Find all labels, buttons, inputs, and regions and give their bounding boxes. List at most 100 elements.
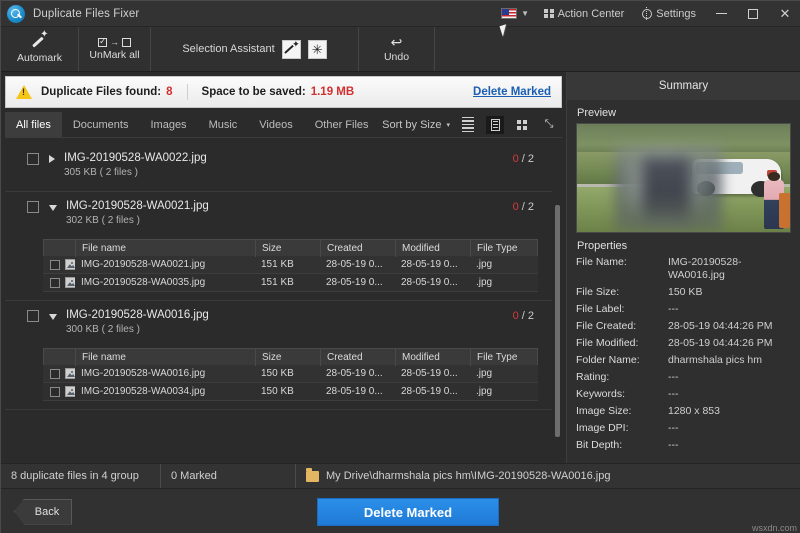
app-window: Duplicate Files Fixer ▼ Action Center Se…	[0, 0, 800, 533]
chevron-right-icon[interactable]	[49, 155, 55, 163]
unmark-all-button[interactable]: → UnMark all	[79, 27, 151, 71]
grid-icon	[544, 9, 554, 19]
list-view-icon[interactable]	[459, 116, 477, 134]
group-header[interactable]: IMG-20190528-WA0022.jpg 305 KB ( 2 files…	[5, 144, 552, 191]
cell-file-type: .jpg	[470, 256, 530, 274]
chevron-down-icon[interactable]	[49, 205, 57, 211]
tab-images[interactable]: Images	[139, 112, 197, 137]
list-scrollbar[interactable]	[554, 147, 561, 454]
properties-list: File Name: IMG-20190528-WA0016.jpg File …	[567, 256, 800, 452]
property-key: Image Size:	[576, 405, 668, 418]
cell-size: 150 KB	[255, 365, 320, 383]
view-tools: Sort by Size ▾ ⤡	[382, 112, 562, 137]
group-header[interactable]: IMG-20190528-WA0016.jpg 300 KB ( 2 files…	[5, 301, 552, 348]
sort-by-dropdown[interactable]: Sort by Size ▾	[382, 119, 450, 131]
tab-other-files[interactable]: Other Files	[304, 112, 380, 137]
automark-button[interactable]: Automark	[1, 27, 79, 71]
row-select-cell[interactable]	[43, 383, 75, 401]
back-button[interactable]: Back	[14, 499, 72, 525]
expand-view-icon[interactable]: ⤡	[540, 116, 558, 134]
column-header-size[interactable]: Size	[256, 349, 321, 366]
group-checkbox[interactable]	[27, 153, 39, 165]
status-path: My Drive\dharmshala pics hm\IMG-20190528…	[296, 464, 800, 488]
chevron-down-icon: ▾	[446, 121, 450, 129]
minimize-button[interactable]	[705, 1, 737, 27]
column-header-file-type[interactable]: File Type	[471, 349, 531, 366]
toolbar-spacer	[435, 27, 800, 71]
settings-button[interactable]: Settings	[633, 1, 705, 27]
magic-wand-icon-button[interactable]	[282, 40, 301, 59]
gear-icon	[642, 9, 652, 19]
property-value: IMG-20190528-WA0016.jpg	[668, 256, 791, 282]
table-row[interactable]: IMG-20190528-WA0034.jpg 150 KB 28-05-19 …	[43, 383, 538, 401]
preview-image[interactable]	[576, 123, 791, 233]
table-row[interactable]: IMG-20190528-WA0021.jpg 151 KB 28-05-19 …	[43, 256, 538, 274]
language-selector[interactable]: ▼	[495, 1, 535, 27]
title-bar-right: ▼ Action Center Settings ✕	[495, 1, 800, 27]
group-checkbox[interactable]	[27, 310, 39, 322]
column-header-file-name[interactable]: File name	[76, 240, 256, 257]
window-title: Duplicate Files Fixer	[33, 8, 139, 20]
property-row: File Size: 150 KB	[567, 286, 800, 299]
cell-modified: 28-05-19 0...	[395, 274, 470, 292]
row-checkbox[interactable]	[50, 260, 60, 270]
undo-button[interactable]: ↩ Undo	[359, 27, 435, 71]
row-select-cell[interactable]	[43, 274, 75, 292]
cell-size: 151 KB	[255, 274, 320, 292]
cell-created: 28-05-19 0...	[320, 274, 395, 292]
group-title: IMG-20190528-WA0016.jpg	[66, 309, 209, 321]
column-header-file-type[interactable]: File Type	[471, 240, 531, 257]
column-header-modified[interactable]: Modified	[396, 349, 471, 366]
row-checkbox[interactable]	[50, 387, 60, 397]
cell-modified: 28-05-19 0...	[395, 256, 470, 274]
tools-icon-button[interactable]: ✳	[308, 40, 327, 59]
delete-marked-link[interactable]: Delete Marked	[473, 86, 551, 98]
scrollbar-thumb[interactable]	[555, 205, 560, 437]
table-row[interactable]: IMG-20190528-WA0016.jpg 150 KB 28-05-19 …	[43, 365, 538, 383]
row-checkbox[interactable]	[50, 369, 60, 379]
group-header[interactable]: IMG-20190528-WA0021.jpg 302 KB ( 2 files…	[5, 192, 552, 239]
row-select-cell[interactable]	[43, 365, 75, 383]
property-row: Bit Depth: ---	[567, 439, 800, 452]
column-header-created[interactable]: Created	[321, 240, 396, 257]
properties-label: Properties	[567, 233, 800, 256]
detail-view-icon[interactable]	[486, 116, 504, 134]
property-row: File Name: IMG-20190528-WA0016.jpg	[567, 256, 800, 282]
column-header-select	[44, 349, 76, 366]
tab-documents[interactable]: Documents	[62, 112, 140, 137]
cell-created: 28-05-19 0...	[320, 256, 395, 274]
title-bar: Duplicate Files Fixer ▼ Action Center Se…	[1, 1, 800, 27]
column-header-file-name[interactable]: File name	[76, 349, 256, 366]
tab-music[interactable]: Music	[198, 112, 249, 137]
delete-marked-button[interactable]: Delete Marked	[317, 498, 499, 526]
action-center-button[interactable]: Action Center	[535, 1, 633, 27]
cell-created: 28-05-19 0...	[320, 365, 395, 383]
automark-label: Automark	[17, 52, 62, 64]
tab-all-files[interactable]: All files	[5, 112, 62, 137]
property-key: File Name:	[576, 256, 668, 282]
row-select-cell[interactable]	[43, 256, 75, 274]
chevron-down-icon[interactable]	[49, 314, 57, 320]
tab-videos[interactable]: Videos	[248, 112, 303, 137]
grid-view-icon[interactable]	[513, 116, 531, 134]
row-checkbox[interactable]	[50, 278, 60, 288]
maximize-button[interactable]	[737, 1, 769, 27]
property-value: ---	[668, 303, 679, 316]
group-marked-count: 0 / 2	[513, 153, 534, 165]
group-title: IMG-20190528-WA0021.jpg	[66, 200, 209, 212]
results-panel: Duplicate Files found: 8 Space to be sav…	[1, 72, 566, 463]
photo-thumbnail	[577, 124, 790, 232]
table-row[interactable]: IMG-20190528-WA0035.jpg 151 KB 28-05-19 …	[43, 274, 538, 292]
status-bar: 8 duplicate files in 4 group 0 Marked My…	[1, 463, 800, 489]
selection-assistant-group: Selection Assistant ✳	[151, 27, 359, 71]
close-button[interactable]: ✕	[769, 1, 800, 27]
column-header-created[interactable]: Created	[321, 349, 396, 366]
cell-size: 151 KB	[255, 256, 320, 274]
group-checkbox[interactable]	[27, 201, 39, 213]
property-value: 1280 x 853	[668, 405, 720, 418]
property-value: 150 KB	[668, 286, 702, 299]
duplicate-groups-list[interactable]: IMG-20190528-WA0022.jpg 305 KB ( 2 files…	[5, 144, 562, 457]
column-header-size[interactable]: Size	[256, 240, 321, 257]
column-header-modified[interactable]: Modified	[396, 240, 471, 257]
property-key: Keywords:	[576, 388, 668, 401]
